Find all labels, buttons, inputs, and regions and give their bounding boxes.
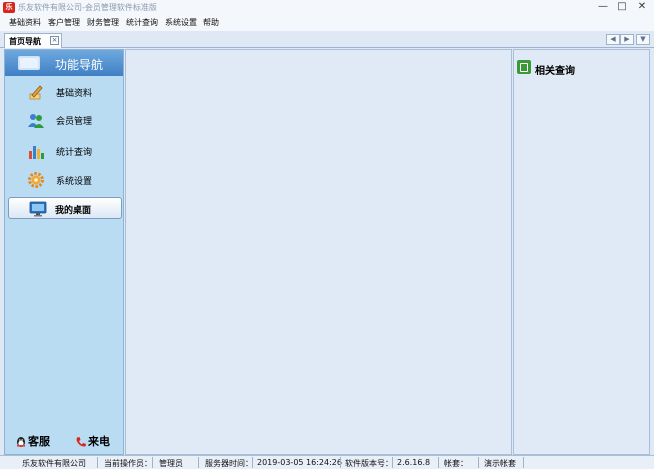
sidebar-item-member-management[interactable]: 会员管理: [5, 108, 123, 132]
status-account: 演示帐套: [484, 459, 516, 468]
sidebar-item-label: 基础资料: [56, 89, 93, 99]
sidebar: 功能导航 基础资料 会员管理 统计查询 系统设置 我的桌面 客服 来电: [4, 49, 124, 455]
status-server-time: 2019-03-05 16:24:26: [257, 458, 342, 467]
related-query-title: 相关查询: [535, 66, 575, 77]
menu-bar: 基础资料 客户管理 财务管理 统计查询 系统设置 帮助: [0, 15, 654, 31]
menu-help[interactable]: 帮助: [203, 17, 219, 28]
status-divider: [152, 457, 153, 468]
maximize-button[interactable]: □: [613, 1, 631, 13]
status-divider: [478, 457, 479, 468]
incoming-call-label: 来电: [88, 435, 110, 448]
status-divider: [198, 457, 199, 468]
sidebar-item-system-settings[interactable]: 系统设置: [5, 168, 123, 192]
tab-close-icon[interactable]: ×: [50, 36, 59, 45]
related-query-panel: 相关查询: [513, 49, 650, 455]
status-divider: [252, 457, 253, 468]
window-title: 乐友软件有限公司-会员管理软件标准版: [18, 3, 157, 12]
menu-basic-data[interactable]: 基础资料: [9, 17, 41, 28]
sidebar-item-label: 我的桌面: [55, 206, 92, 216]
status-divider: [340, 457, 341, 468]
pencil-icon: [29, 85, 43, 100]
status-divider: [523, 457, 524, 468]
tab-next-button[interactable]: ▶: [620, 34, 634, 45]
query-icon: [517, 60, 531, 74]
minimize-button[interactable]: —: [594, 1, 612, 13]
status-divider: [438, 457, 439, 468]
status-operator-label: 当前操作员：: [104, 459, 152, 468]
menu-system-settings[interactable]: 系统设置: [165, 17, 197, 28]
status-version-label: 软件版本号：: [345, 459, 393, 468]
sidebar-item-label: 统计查询: [56, 148, 93, 158]
menu-statistics-query[interactable]: 统计查询: [126, 17, 158, 28]
sidebar-item-label: 会员管理: [56, 117, 93, 127]
status-divider: [392, 457, 393, 468]
customer-service-label: 客服: [28, 435, 50, 448]
customer-service-link[interactable]: 客服: [15, 433, 50, 449]
qq-penguin-icon: [17, 437, 25, 447]
main-content-area: [125, 49, 512, 455]
tab-label: 首页导航: [9, 37, 41, 46]
status-operator: 管理员: [159, 459, 183, 468]
tab-home-navigation[interactable]: 首页导航 ×: [4, 33, 62, 48]
tab-prev-button[interactable]: ◀: [606, 34, 620, 45]
tab-strip: 首页导航 × ◀ ▶ ▼: [0, 31, 654, 48]
app-logo-icon: 乐: [3, 2, 15, 13]
sidebar-item-label: 系统设置: [56, 177, 93, 187]
monitor-icon: [18, 56, 40, 70]
sidebar-header-label: 功能导航: [55, 58, 104, 72]
sidebar-item-basic-data[interactable]: 基础资料: [5, 80, 123, 104]
status-bar: 乐友软件有限公司 当前操作员： 管理员 服务器时间： 2019-03-05 16…: [0, 455, 654, 469]
title-bar: 乐 乐友软件有限公司-会员管理软件标准版 — □ ✕: [0, 0, 654, 15]
status-server-time-label: 服务器时间：: [205, 459, 253, 468]
users-icon: [28, 114, 44, 128]
tab-list-button[interactable]: ▼: [636, 34, 650, 45]
monitor-icon: [29, 201, 47, 217]
sidebar-header: 功能导航: [5, 50, 123, 76]
sidebar-item-statistics-query[interactable]: 统计查询: [5, 139, 123, 163]
status-account-label: 帐套：: [444, 459, 468, 468]
status-divider: [97, 457, 98, 468]
sidebar-item-my-desktop[interactable]: 我的桌面: [8, 197, 122, 219]
close-button[interactable]: ✕: [633, 1, 651, 13]
incoming-call-link[interactable]: 来电: [75, 433, 110, 449]
menu-finance-management[interactable]: 财务管理: [87, 17, 119, 28]
phone-icon: [76, 437, 86, 447]
gear-icon: [28, 172, 44, 188]
status-version: 2.6.16.8: [397, 458, 431, 467]
bar-chart-icon: [29, 146, 44, 159]
menu-customer-management[interactable]: 客户管理: [48, 17, 80, 28]
status-company: 乐友软件有限公司: [22, 459, 86, 468]
